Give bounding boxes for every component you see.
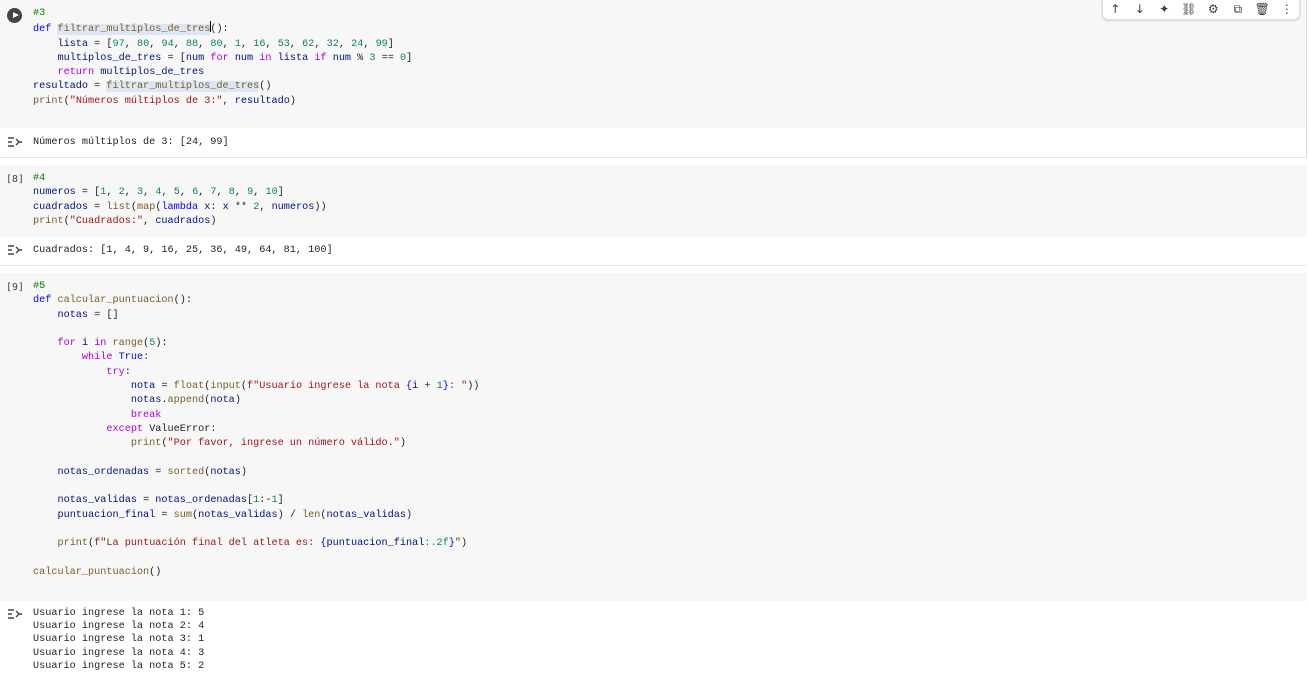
code-cell-5[interactable]: [9] #5 def calcular_puntuacion(): notas … [0, 273, 1307, 672]
output-toggle-icon[interactable] [7, 609, 23, 619]
run-cell-icon[interactable] [7, 8, 22, 23]
cell-toolbar: ↑ ↓ ✦ ⛓ ⚙ ⧉ 🗑 ⋮ [1102, 0, 1300, 20]
link-icon[interactable]: ⛓ [1181, 2, 1196, 17]
output-line: Usuario ingrese la nota 4: 3 [33, 647, 205, 659]
gear-icon[interactable]: ⚙ [1206, 2, 1221, 17]
execution-count: [8] [6, 174, 25, 185]
output-area: Cuadrados: [1, 4, 9, 16, 25, 36, 49, 64,… [0, 237, 1307, 265]
mirror-cell-icon[interactable]: ⧉ [1230, 2, 1245, 17]
gemini-sparkle-icon[interactable]: ✦ [1157, 2, 1172, 17]
output-area: Números múltiplos de 3: [24, 99] [0, 128, 1307, 157]
code-text[interactable]: #3 def filtrar_multiplos_de_tres(): list… [33, 7, 412, 109]
active-cell-border [1306, 0, 1307, 157]
cell-divider [0, 157, 1307, 158]
output-text: Cuadrados: [1, 4, 9, 16, 25, 36, 49, 64,… [33, 245, 333, 256]
cell-divider [0, 265, 1307, 266]
code-cell-4[interactable]: [8] #4 numeros = [1, 2, 3, 4, 5, 6, 7, 8… [0, 165, 1307, 265]
output-text: Usuario ingrese la nota 1: 5 Usuario ing… [33, 607, 204, 673]
execution-count: [9] [6, 282, 25, 293]
output-line: Usuario ingrese la nota 5: 2 [33, 660, 205, 672]
code-text[interactable]: #4 numeros = [1, 2, 3, 4, 5, 6, 7, 8, 9,… [33, 172, 327, 229]
output-line: Usuario ingrese la nota 1: 5 [33, 608, 205, 619]
more-vert-icon[interactable]: ⋮ [1279, 2, 1294, 17]
trash-icon[interactable]: 🗑 [1255, 2, 1270, 17]
output-line: Usuario ingrese la nota 2: 4 [33, 621, 205, 633]
output-toggle-icon[interactable] [7, 245, 23, 255]
output-area: Usuario ingrese la nota 1: 5 Usuario ing… [0, 601, 1307, 672]
code-editor[interactable]: [9] #5 def calcular_puntuacion(): notas … [0, 273, 1307, 601]
output-line: Usuario ingrese la nota 3: 1 [33, 634, 205, 646]
code-editor[interactable]: [8] #4 numeros = [1, 2, 3, 4, 5, 6, 7, 8… [0, 165, 1307, 237]
code-text[interactable]: #5 def calcular_puntuacion(): notas = []… [33, 280, 479, 580]
move-down-icon[interactable]: ↓ [1132, 2, 1147, 17]
output-text: Números múltiplos de 3: [24, 99] [33, 137, 229, 148]
code-cell-3[interactable]: #3 def filtrar_multiplos_de_tres(): list… [0, 0, 1307, 157]
output-toggle-icon[interactable] [7, 137, 23, 147]
move-up-icon[interactable]: ↑ [1108, 2, 1123, 17]
